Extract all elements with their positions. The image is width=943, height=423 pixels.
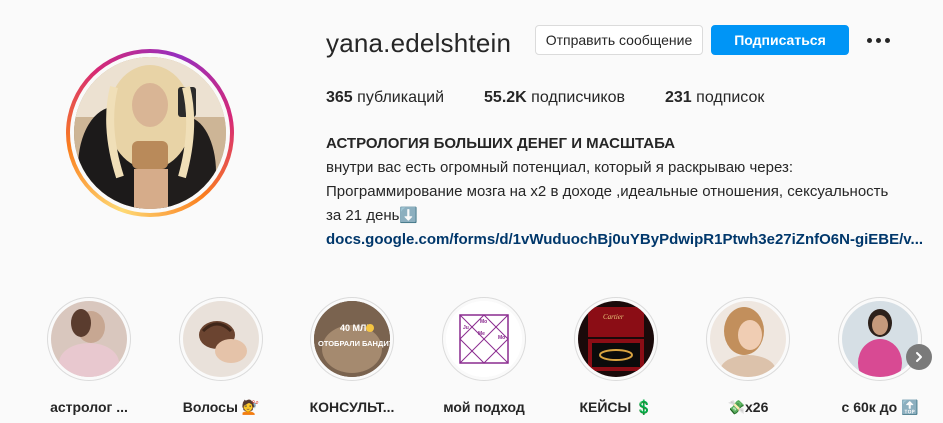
bio-external-link[interactable]: docs.google.com/forms/d/1vWuduochBj0uYBy… [326,228,938,252]
chart-label-ju: Ju [463,325,469,331]
highlight-photo: 40 МЛН ОТОБРАЛИ БАНДИТЫ [314,301,390,377]
follow-button[interactable]: Подписаться [711,25,849,55]
highlight-label: Волосы 💇 [182,399,260,415]
highlight-label: 💸х26 [727,399,769,415]
profile-avatar-ring[interactable] [66,49,234,217]
stat-posts-count: 365 [326,89,353,106]
more-options-icon[interactable] [864,30,892,50]
profile-username: yana.edelshtein [326,28,512,58]
highlight-label: КЕЙСЫ 💲 [579,399,653,415]
stat-followers[interactable]: 55.2K подписчиков [484,89,625,107]
highlight-cover [51,301,127,377]
highlight-label: с 60к до 🔝 [841,399,919,415]
chevron-right-icon [916,352,922,362]
highlight-x26[interactable]: 💸х26 [698,297,798,416]
highlight-cover-ring: Cartier [574,297,658,381]
highlight-photo [51,301,127,377]
dot-icon [875,37,881,43]
highlight-photo [710,301,786,377]
dot-icon [866,37,872,43]
bio-line-1: внутри вас есть огромный потенциал, кото… [326,159,794,176]
bio-line-2: Программирование мозга на х2 в доходе ,и… [326,183,889,200]
stat-following-label: подписок [696,89,765,106]
stat-followers-label: подписчиков [531,89,625,106]
avatar[interactable] [74,57,226,209]
highlight-cover: Cartier [578,301,654,377]
highlight-cover-ring [179,297,263,381]
chart-label-me: Me [478,331,485,337]
stat-following-count: 231 [665,89,692,106]
highlight-astrologer[interactable]: астролог ... [39,297,139,415]
avatar-photo [74,57,226,209]
highlight-label: КОНСУЛЬТ... [309,399,395,415]
highlight-photo [842,301,918,377]
highlight-my-approach[interactable]: Mo Ju Mo Me мой подход [434,297,534,415]
highlight-cover-ring [706,297,790,381]
stat-following[interactable]: 231 подписок [665,89,764,107]
highlight-cover: Mo Ju Mo Me [446,301,522,377]
highlight-cover [842,301,918,377]
highlight-photo [183,301,259,377]
bio-title: АСТРОЛОГИЯ БОЛЬШИХ ДЕНЕГ И МАСШТАБА [326,135,676,152]
highlight-photo: Cartier [578,301,654,377]
highlight-cover-text-2: ОТОБРАЛИ БАНДИТЫ [318,339,390,348]
bio-line-3: за 21 день⬇️ [326,207,419,224]
stat-posts: 365 публикаций [326,89,444,107]
chart-label-mo-2: Mo [498,335,505,341]
send-message-button[interactable]: Отправить сообщение [535,25,703,55]
stat-followers-count: 55.2K [484,89,527,106]
highlight-cover-ring: 40 МЛН ОТОБРАЛИ БАНДИТЫ [310,297,394,381]
brand-text: Cartier [603,313,624,321]
highlights-next-button[interactable] [906,344,932,370]
highlight-label: мой подход [443,399,525,415]
highlight-cover: 40 МЛН ОТОБРАЛИ БАНДИТЫ [314,301,390,377]
highlight-cases[interactable]: Cartier КЕЙСЫ 💲 [566,297,666,416]
highlight-hair[interactable]: Волосы 💇 [171,297,271,416]
highlight-cover-ring [47,297,131,381]
highlight-cover-ring [838,297,922,381]
profile-bio: АСТРОЛОГИЯ БОЛЬШИХ ДЕНЕГ И МАСШТАБА внут… [326,132,936,252]
highlight-cover [710,301,786,377]
highlight-cover [183,301,259,377]
chart-label-mo: Mo [480,319,487,325]
profile-stats: 365 публикаций 55.2K подписчиков 231 под… [326,89,804,107]
highlight-cover-ring: Mo Ju Mo Me [442,297,526,381]
stat-posts-label: публикаций [357,89,445,106]
natal-chart-icon: Mo Ju Mo Me [446,301,522,377]
avatar-frame [70,53,230,213]
dot-icon [884,37,890,43]
highlight-consultation[interactable]: 40 МЛН ОТОБРАЛИ БАНДИТЫ КОНСУЛЬТ... [302,297,402,415]
highlight-label: астролог ... [50,399,128,415]
